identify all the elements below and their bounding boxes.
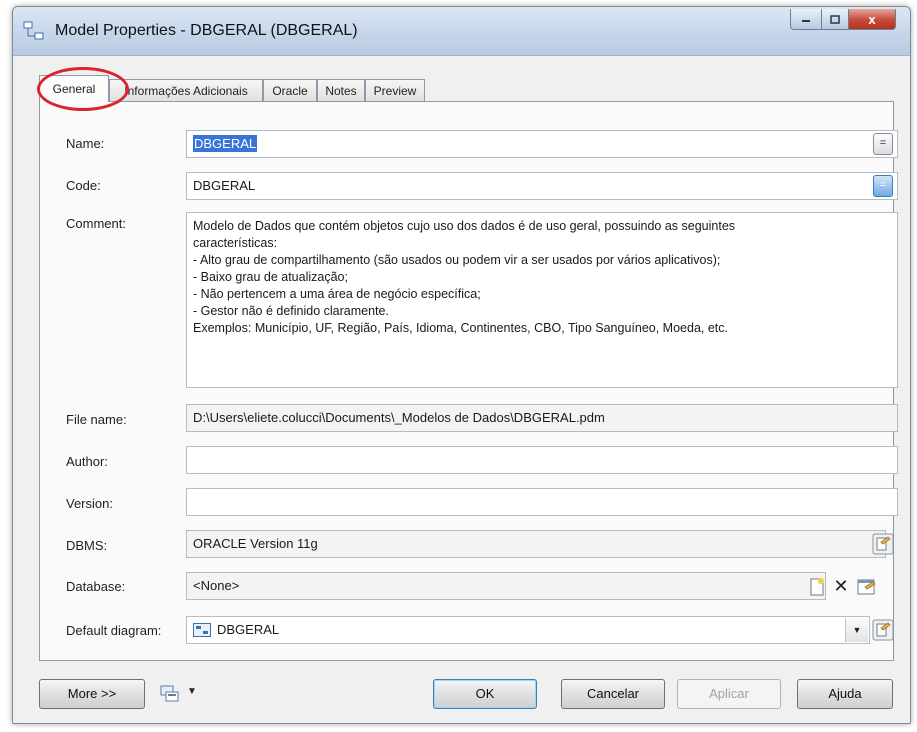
close-icon: x — [868, 11, 876, 27]
code-link-button[interactable]: = — [873, 175, 893, 197]
name-to-code-button[interactable]: = — [873, 133, 893, 155]
file-name-value: D:\Users\eliete.colucci\Documents\_Model… — [193, 410, 605, 425]
default-diagram-value: DBGERAL — [217, 622, 280, 637]
comment-line: Modelo de Dados que contém objetos cujo … — [193, 219, 736, 233]
comment-line: Exemplos: Município, UF, Região, País, I… — [193, 321, 728, 335]
cancel-button[interactable]: Cancelar — [561, 679, 665, 709]
author-label: Author: — [66, 454, 108, 469]
title-bar[interactable]: Model Properties - DBGERAL (DBGERAL) x — [13, 7, 910, 56]
apply-button[interactable]: Aplicar — [677, 679, 781, 709]
code-label: Code: — [66, 178, 101, 193]
tab-oracle[interactable]: Oracle — [263, 79, 317, 101]
comment-line: características: — [193, 236, 278, 250]
dbms-value: ORACLE Version 11g — [193, 536, 318, 551]
tools-dropdown-arrow[interactable]: ▼ — [187, 686, 197, 697]
equals-icon: = — [879, 179, 887, 191]
tab-general[interactable]: General — [39, 75, 109, 102]
name-input-value: DBGERAL — [193, 135, 258, 152]
file-name-label: File name: — [66, 412, 127, 427]
code-input[interactable]: DBGERAL — [186, 172, 898, 200]
minimize-button[interactable] — [790, 9, 822, 30]
maximize-icon — [830, 14, 840, 24]
dbms-field[interactable]: ORACLE Version 11g — [186, 530, 886, 558]
comment-line: - Alto grau de compartilhamento (são usa… — [193, 253, 721, 267]
tools-menu-icon[interactable] — [159, 684, 183, 704]
code-input-value: DBGERAL — [193, 178, 256, 193]
comment-line: - Baixo grau de atualização; — [193, 270, 348, 284]
comment-line: - Gestor não é definido claramente. — [193, 304, 389, 318]
tab-notes[interactable]: Notes — [317, 79, 365, 101]
new-database-icon[interactable] — [806, 576, 828, 598]
diagram-icon — [193, 623, 211, 637]
dbms-properties-icon[interactable] — [872, 533, 894, 555]
window-title: Model Properties - DBGERAL (DBGERAL) — [55, 22, 358, 39]
general-tab-panel: Name: DBGERAL = Code: DBGERAL = Comment:… — [39, 101, 898, 661]
file-name-field[interactable]: D:\Users\eliete.colucci\Documents\_Model… — [186, 404, 898, 432]
comment-line: - Não pertencem a uma área de negócio es… — [193, 287, 481, 301]
dbms-label: DBMS: — [66, 538, 108, 553]
tab-informacoes-adicionais[interactable]: Informações Adicionais — [109, 79, 263, 101]
close-button[interactable]: x — [849, 9, 896, 30]
minimize-icon — [802, 20, 810, 22]
tab-preview[interactable]: Preview — [365, 79, 425, 101]
diagram-properties-icon[interactable] — [872, 619, 894, 641]
chevron-down-icon[interactable]: ▼ — [845, 618, 868, 642]
comment-textarea[interactable]: Modelo de Dados que contém objetos cujo … — [186, 212, 898, 388]
database-field[interactable]: <None> — [186, 572, 826, 600]
window-controls: x — [790, 9, 896, 31]
database-properties-icon[interactable] — [856, 576, 878, 598]
author-input[interactable] — [186, 446, 898, 474]
database-value: <None> — [193, 578, 240, 593]
version-input[interactable] — [186, 488, 898, 516]
default-diagram-label: Default diagram: — [66, 623, 162, 638]
default-diagram-select[interactable]: DBGERAL ▼ — [186, 616, 870, 644]
database-label: Database: — [66, 579, 126, 594]
equals-icon: = — [879, 137, 887, 149]
name-input[interactable]: DBGERAL — [186, 130, 898, 158]
maximize-button[interactable] — [822, 9, 849, 30]
comment-label: Comment: — [66, 216, 126, 231]
name-label: Name: — [66, 136, 105, 151]
ok-button[interactable]: OK — [433, 679, 537, 709]
help-button[interactable]: Ajuda — [797, 679, 893, 709]
delete-icon[interactable]: ✕ — [830, 574, 852, 598]
version-label: Version: — [66, 496, 113, 511]
model-properties-window: Model Properties - DBGERAL (DBGERAL) x G… — [12, 6, 911, 724]
model-icon — [23, 21, 44, 40]
more-button[interactable]: More >> — [39, 679, 145, 709]
